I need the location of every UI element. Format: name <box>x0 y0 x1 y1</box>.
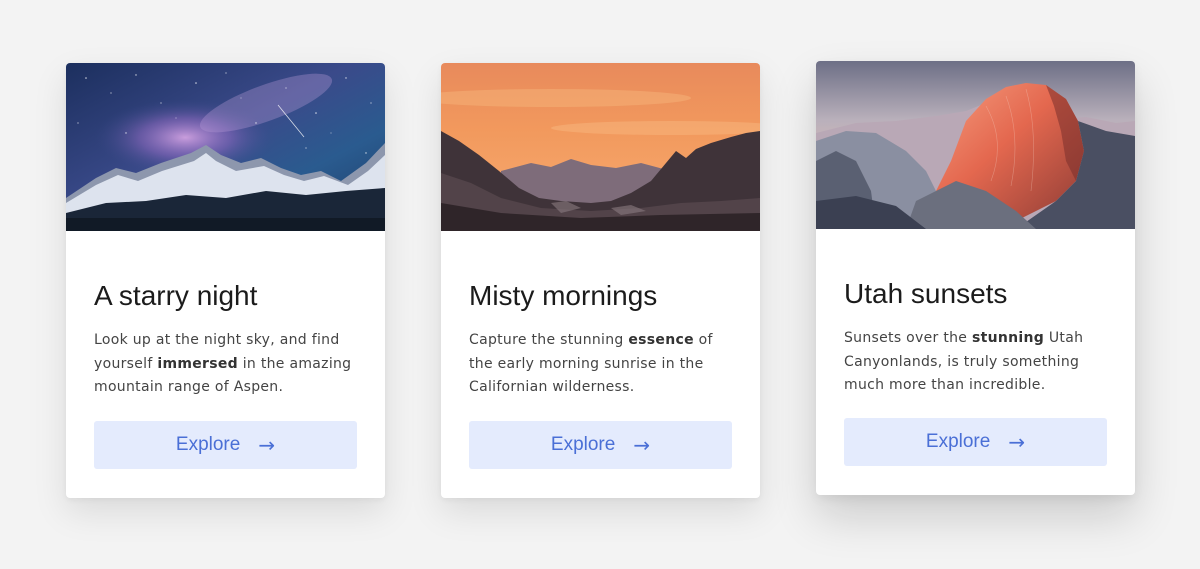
arrow-right-icon: → <box>1008 430 1026 454</box>
arrow-right-icon: → <box>633 433 651 457</box>
explore-button[interactable]: Explore → <box>844 418 1107 466</box>
explore-button-label: Explore <box>175 434 241 455</box>
emphasis-text: essence <box>628 332 694 348</box>
card-gallery: A starry night Look up at the night sky,… <box>0 0 1200 569</box>
card-title: A starry night <box>94 280 258 311</box>
card-image-utah-sunsets <box>816 61 1135 229</box>
card-misty-mornings: Misty mornings Capture the stunning esse… <box>441 63 760 498</box>
explore-button-label: Explore <box>550 434 616 455</box>
card-body: A starry night Look up at the night sky,… <box>66 279 385 400</box>
explore-button[interactable]: Explore → <box>469 421 732 469</box>
card-body: Utah sunsets Sunsets over the stunning U… <box>816 277 1135 398</box>
card-description: Sunsets over the stunning Utah Canyonlan… <box>844 330 1084 393</box>
card-title: Misty mornings <box>469 280 658 311</box>
card-image-starry-night <box>66 63 385 231</box>
emphasis-text: immersed <box>157 355 238 372</box>
card-starry-night: A starry night Look up at the night sky,… <box>66 63 385 498</box>
card-body: Misty mornings Capture the stunning esse… <box>441 279 760 400</box>
explore-button-label: Explore <box>925 431 991 452</box>
card-image-misty-mornings <box>441 63 760 231</box>
arrow-right-icon: → <box>258 433 276 457</box>
card-description: Look up at the night sky, and find yours… <box>94 332 352 395</box>
card-title: Utah sunsets <box>844 278 1008 309</box>
card-description: Capture the stunning essence of the earl… <box>469 332 713 395</box>
explore-button[interactable]: Explore → <box>94 421 357 469</box>
emphasis-text: stunning <box>971 330 1045 346</box>
card-utah-sunsets: Utah sunsets Sunsets over the stunning U… <box>816 61 1135 495</box>
